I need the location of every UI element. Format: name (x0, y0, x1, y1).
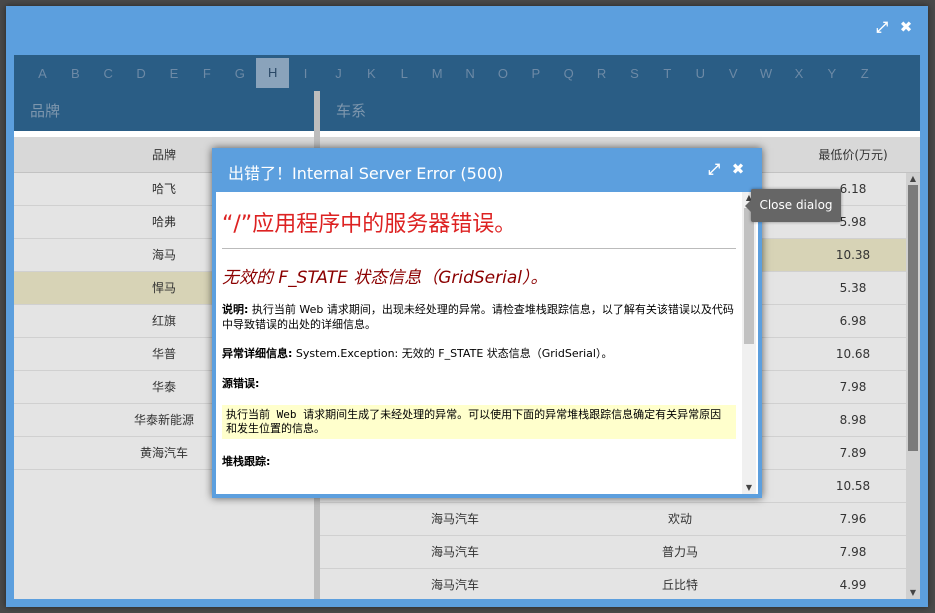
series-brand-cell: 海马汽车 (430, 545, 479, 559)
alphabet-letter-m[interactable]: M (421, 66, 454, 81)
dialog-maximize-icon[interactable]: ⤢ (706, 161, 722, 177)
alphabet-letter-y[interactable]: Y (815, 66, 848, 81)
error-exception: 异常详细信息: System.Exception: 无效的 F_STATE 状态… (222, 346, 736, 361)
alphabet-letter-u[interactable]: U (684, 66, 717, 81)
alphabet-letter-z[interactable]: Z (848, 66, 881, 81)
alphabet-bar: ABCDEFGHIJKLMNOPQRSTUVWXYZ (14, 55, 920, 91)
min-price-cell: 8.98 (839, 413, 867, 427)
min-price-cell: 10.38 (835, 248, 871, 262)
source-error-box: 执行当前 Web 请求期间生成了未经处理的异常。可以使用下面的异常堆栈跟踪信息确… (222, 405, 736, 439)
scroll-up-icon[interactable]: ▲ (906, 173, 920, 185)
alphabet-letter-t[interactable]: T (651, 66, 684, 81)
alphabet-letter-r[interactable]: R (585, 66, 618, 81)
min-price-cell: 7.98 (839, 380, 867, 394)
error-description: 说明: 执行当前 Web 请求期间，出现未经处理的异常。请检查堆栈跟踪信息，以了… (222, 302, 736, 332)
description-text: 执行当前 Web 请求期间，出现未经处理的异常。请检查堆栈跟踪信息，以了解有关该… (222, 303, 734, 331)
scrollbar-thumb[interactable] (908, 185, 918, 451)
dialog-scrollbar-thumb[interactable] (744, 208, 754, 344)
close-icon[interactable]: ✖ (898, 19, 914, 35)
alphabet-letter-a[interactable]: A (26, 66, 59, 81)
min-price-cell: 7.98 (839, 545, 867, 559)
error-dialog: 出错了！Internal Server Error (500) ⤢ ✖ “/”应… (212, 148, 762, 498)
brand-panel-title: 品牌 (14, 91, 314, 131)
scroll-down-icon[interactable]: ▼ (906, 587, 920, 599)
min-price-cell: 10.68 (835, 347, 871, 361)
stack-trace-label: 堆栈跟踪: (222, 455, 271, 468)
outer-window-titlebar: ⤢ ✖ (6, 6, 928, 48)
min-price-cell: 5.38 (839, 281, 867, 295)
alphabet-letter-d[interactable]: D (125, 66, 158, 81)
alphabet-letter-s[interactable]: S (618, 66, 651, 81)
error-subheading: 无效的 F_STATE 状态信息（GridSerial）。 (222, 268, 548, 288)
alphabet-letter-c[interactable]: C (92, 66, 125, 81)
series-panel-title: 车系 (320, 91, 920, 131)
alphabet-letter-g[interactable]: G (223, 66, 256, 81)
alphabet-letter-b[interactable]: B (59, 66, 92, 81)
dialog-title: 出错了！Internal Server Error (500) (228, 164, 504, 183)
source-error-label: 源错误: (222, 377, 260, 390)
alphabet-letter-w[interactable]: W (750, 66, 783, 81)
alphabet-letter-k[interactable]: K (355, 66, 388, 81)
exception-label: 异常详细信息: (222, 347, 293, 360)
alphabet-letter-p[interactable]: P (519, 66, 552, 81)
dialog-content: “/”应用程序中的服务器错误。 无效的 F_STATE 状态信息（GridSer… (222, 192, 736, 494)
close-dialog-tooltip: Close dialog (745, 189, 841, 222)
min-price-cell: 7.89 (839, 446, 867, 460)
series-row[interactable]: 海马汽车 丘比特 4.99 (320, 569, 906, 599)
series-row[interactable]: 海马汽车 欢动 7.96 (320, 503, 906, 536)
column-header-min-price[interactable]: 最低价(万元) (800, 137, 906, 173)
dialog-close-icon[interactable]: ✖ (730, 161, 746, 177)
alphabet-letter-h[interactable]: H (256, 58, 290, 88)
alphabet-letter-v[interactable]: V (717, 66, 750, 81)
alphabet-list: ABCDEFGHIJKLMNOPQRSTUVWXYZ (26, 55, 881, 91)
alphabet-letter-q[interactable]: Q (552, 66, 585, 81)
alphabet-letter-l[interactable]: L (388, 66, 421, 81)
dialog-scroll-down-icon[interactable]: ▼ (742, 482, 756, 494)
min-price-cell: 7.96 (839, 512, 867, 526)
desktop-background: ⤢ ✖ ABCDEFGHIJKLMNOPQRSTUVWXYZ 品牌 车系 品牌 … (0, 0, 935, 613)
series-brand-cell: 海马汽车 (430, 512, 479, 526)
min-price-cell: 10.58 (835, 479, 871, 493)
description-label: 说明: (222, 303, 249, 316)
min-price-cell: 6.98 (839, 314, 867, 328)
series-grid-scrollbar[interactable]: ▲ ▼ (906, 173, 920, 599)
dialog-body: “/”应用程序中的服务器错误。 无效的 F_STATE 状态信息（GridSer… (216, 192, 758, 494)
error-heading: “/”应用程序中的服务器错误。 (222, 206, 736, 249)
series-name-cell: 丘比特 (661, 578, 698, 592)
alphabet-letter-x[interactable]: X (782, 66, 815, 81)
min-price-cell: 4.99 (839, 578, 867, 592)
alphabet-letter-o[interactable]: O (486, 66, 519, 81)
exception-text: System.Exception: 无效的 F_STATE 状态信息（GridS… (292, 347, 613, 360)
alphabet-letter-i[interactable]: I (289, 66, 322, 81)
maximize-icon[interactable]: ⤢ (874, 19, 890, 35)
dialog-scrollbar[interactable]: ▲ ▼ (742, 192, 756, 494)
alphabet-letter-e[interactable]: E (158, 66, 191, 81)
alphabet-letter-n[interactable]: N (454, 66, 487, 81)
alphabet-letter-j[interactable]: J (322, 66, 355, 81)
series-name-cell: 欢动 (667, 512, 692, 526)
series-name-cell: 普力马 (661, 545, 698, 559)
series-brand-cell: 海马汽车 (430, 578, 479, 592)
series-row[interactable]: 海马汽车 普力马 7.98 (320, 536, 906, 569)
alphabet-letter-f[interactable]: F (190, 66, 223, 81)
